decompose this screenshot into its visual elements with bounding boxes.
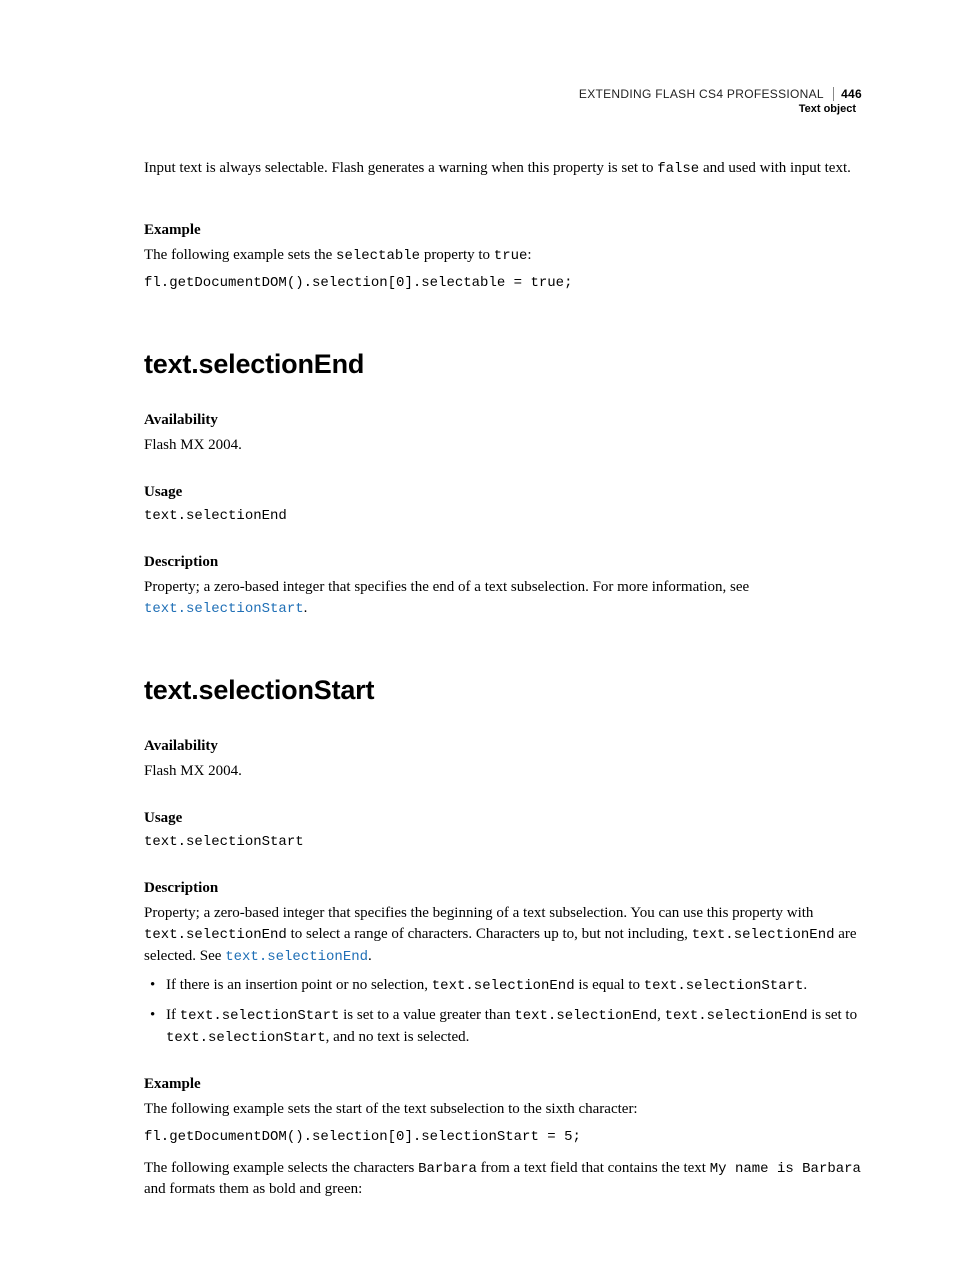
sec2-desc-code2: text.selectionEnd <box>692 927 835 943</box>
sec2-b2-e: , and no text is selected. <box>326 1029 470 1045</box>
example1-text-mid: property to <box>420 247 494 263</box>
sec2-description-p1: Property; a zero-based integer that spec… <box>144 903 862 967</box>
sec1-desc-text: Property; a zero-based integer that spec… <box>144 579 749 595</box>
sec2-ex-p2-c: and formats them as bold and green: <box>144 1181 362 1197</box>
running-header: EXTENDING FLASH CS4 PROFESSIONAL 446 Tex… <box>579 86 862 117</box>
content: Input text is always selectable. Flash g… <box>144 86 862 1200</box>
page: EXTENDING FLASH CS4 PROFESSIONAL 446 Tex… <box>0 0 954 1284</box>
sec1-desc-link[interactable]: text.selectionStart <box>144 601 304 617</box>
sec2-desc-a: Property; a zero-based integer that spec… <box>144 905 813 921</box>
sec1-usage-heading: Usage <box>144 482 862 503</box>
intro-text-before: Input text is always selectable. Flash g… <box>144 160 657 176</box>
header-section: Text object <box>579 102 862 117</box>
sec2-b2-code4: text.selectionStart <box>166 1030 326 1046</box>
sec2-b2-d: is set to <box>807 1007 857 1023</box>
intro-code-false: false <box>657 161 699 177</box>
sec2-b2-code3: text.selectionEnd <box>665 1008 808 1024</box>
sec1-description-heading: Description <box>144 552 862 573</box>
sec2-usage-code: text.selectionStart <box>144 833 862 853</box>
sec2-b2-code1: text.selectionStart <box>180 1008 340 1024</box>
sec2-b1-code1: text.selectionEnd <box>432 978 575 994</box>
sec2-availability-heading: Availability <box>144 736 862 757</box>
sec2-usage-heading: Usage <box>144 808 862 829</box>
page-number: 446 <box>833 87 862 101</box>
header-line-1: EXTENDING FLASH CS4 PROFESSIONAL 446 <box>579 86 862 102</box>
section-title-selectionend: text.selectionEnd <box>144 346 862 384</box>
sec2-example-code1: fl.getDocumentDOM().selection[0].selecti… <box>144 1128 862 1148</box>
sec2-ex-p2-b: from a text field that contains the text <box>477 1160 710 1176</box>
sec1-description-text: Property; a zero-based integer that spec… <box>144 577 862 620</box>
sec2-desc-link[interactable]: text.selectionEnd <box>225 949 368 965</box>
sec1-availability-text: Flash MX 2004. <box>144 435 862 456</box>
sec2-b2-c: , <box>657 1007 665 1023</box>
sec2-description-heading: Description <box>144 878 862 899</box>
sec2-example-heading: Example <box>144 1074 862 1095</box>
sec1-usage-code: text.selectionEnd <box>144 507 862 527</box>
sec1-availability-heading: Availability <box>144 410 862 431</box>
intro-paragraph: Input text is always selectable. Flash g… <box>144 158 862 180</box>
sec2-b2-code2: text.selectionEnd <box>514 1008 657 1024</box>
doc-title: EXTENDING FLASH CS4 PROFESSIONAL <box>579 87 824 101</box>
sec2-ex-p2-a: The following example selects the charac… <box>144 1160 418 1176</box>
example1-text-a: The following example sets the <box>144 247 336 263</box>
example1-text-after: : <box>527 247 531 263</box>
sec2-desc-code1: text.selectionEnd <box>144 927 287 943</box>
example1-heading: Example <box>144 220 862 241</box>
sec2-b1-c: . <box>803 977 807 993</box>
example1-codeblock: fl.getDocumentDOM().selection[0].selecta… <box>144 274 862 294</box>
sec2-b1-a: If there is an insertion point or no sel… <box>166 977 432 993</box>
example1-code-selectable: selectable <box>336 248 420 264</box>
example1-sentence: The following example sets the selectabl… <box>144 245 862 267</box>
section-title-selectionstart: text.selectionStart <box>144 672 862 710</box>
sec2-b1-code2: text.selectionStart <box>644 978 804 994</box>
intro-text-after: and used with input text. <box>699 160 851 176</box>
sec2-bullet-list: If there is an insertion point or no sel… <box>144 975 862 1048</box>
sec2-example-p2: The following example selects the charac… <box>144 1158 862 1201</box>
sec1-desc-after: . <box>304 600 308 616</box>
sec2-b2-b: is set to a value greater than <box>339 1007 514 1023</box>
sec2-desc-b: to select a range of characters. Charact… <box>287 926 692 942</box>
sec2-b1-b: is equal to <box>575 977 644 993</box>
sec2-b2-a: If <box>166 1007 180 1023</box>
sec2-desc-d: . <box>368 948 372 964</box>
example1-code-true: true <box>494 248 528 264</box>
sec2-bullet-1: If there is an insertion point or no sel… <box>144 975 862 997</box>
sec2-ex-p2-code1: Barbara <box>418 1161 477 1177</box>
sec2-ex-p2-code2: My name is Barbara <box>710 1161 861 1177</box>
sec2-example-p1: The following example sets the start of … <box>144 1099 862 1120</box>
sec2-bullet-2: If text.selectionStart is set to a value… <box>144 1005 862 1048</box>
sec2-availability-text: Flash MX 2004. <box>144 761 862 782</box>
